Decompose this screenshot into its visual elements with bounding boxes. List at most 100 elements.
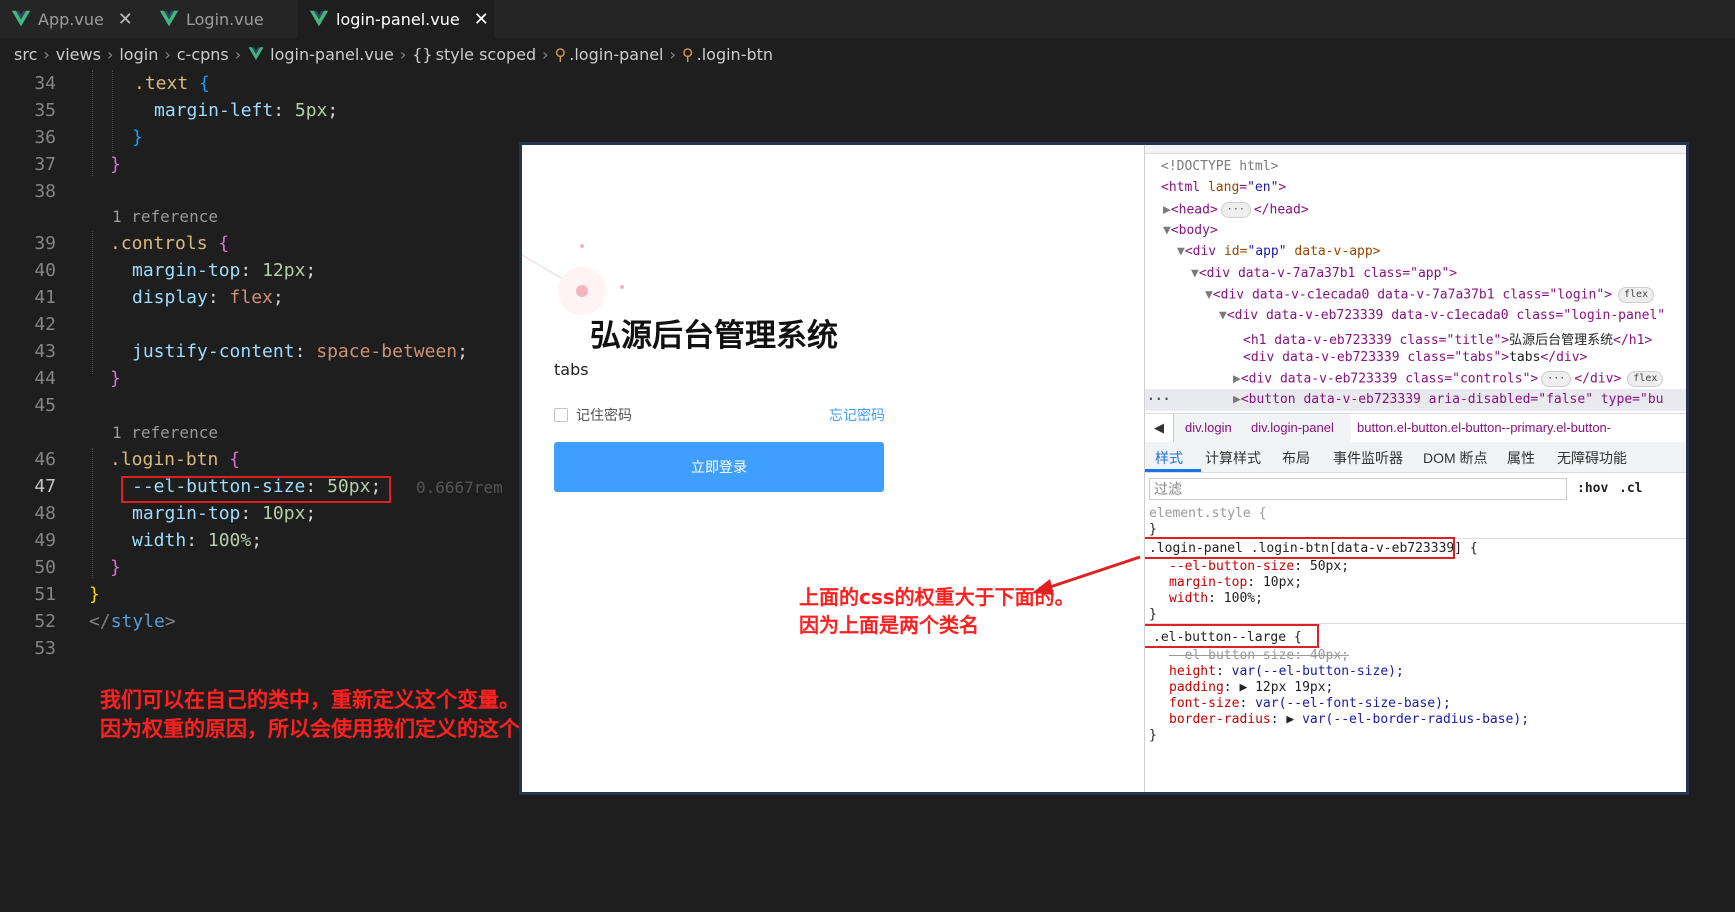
chevron-right-icon: › <box>669 44 676 64</box>
css-declaration[interactable]: padding: ▶ 12px 19px; <box>1169 680 1333 695</box>
css-declaration[interactable]: --el-button-size: 50px; <box>1169 559 1349 574</box>
tab-app-vue[interactable]: App.vue ✕ <box>0 0 158 38</box>
expand-triangle-icon[interactable]: ▶ <box>1239 680 1255 695</box>
css-declaration-overridden[interactable]: --el-button-size: 40px; <box>1169 648 1349 663</box>
css-declaration[interactable]: font-size: var(--el-font-size-base); <box>1169 696 1451 711</box>
tab-login-vue[interactable]: Login.vue <box>148 0 298 38</box>
cls-toggle[interactable]: .cl <box>1619 481 1642 496</box>
vue-file-icon <box>159 10 179 27</box>
close-icon[interactable]: ✕ <box>474 9 489 30</box>
css-declaration[interactable]: margin-top: 10px; <box>1169 575 1302 590</box>
breadcrumb-item[interactable]: src <box>14 45 37 64</box>
dom-attr: id= <box>1223 244 1248 259</box>
editor-tab-bar: App.vue ✕ Login.vue login-panel.vue ✕ <box>0 0 1735 38</box>
breadcrumb-item[interactable]: style scoped <box>436 45 537 64</box>
tab-accessibility[interactable]: 无障碍功能 <box>1557 448 1627 468</box>
dom-node[interactable]: ▼<div data-v-eb723339 data-v-c1ecada0 cl… <box>1219 308 1665 323</box>
css-value: space-between <box>316 341 458 362</box>
tab-layout[interactable]: 布局 <box>1282 448 1310 468</box>
line-number: 47 <box>34 476 56 497</box>
breadcrumb-item[interactable]: .login-panel <box>569 45 663 64</box>
collapse-triangle-icon[interactable]: ▼ <box>1163 223 1171 238</box>
caret-left-icon[interactable]: ◀ <box>1145 414 1174 442</box>
dom-node[interactable]: ▼<div data-v-7a7a37b1 class="app"> <box>1191 266 1457 281</box>
breadcrumb-node[interactable]: div.login-panel <box>1251 420 1334 435</box>
breadcrumb-node-selected[interactable]: button.el-button.el-button--primary.el-b… <box>1351 414 1686 442</box>
ellipsis-badge[interactable]: ··· <box>1541 371 1572 387</box>
remember-password-checkbox[interactable]: 记住密码 <box>554 405 632 425</box>
dom-attr: lang <box>1207 180 1240 195</box>
dom-tag: <body> <box>1170 223 1218 238</box>
page-title: 弘源后台管理系统 <box>590 318 838 354</box>
code-line: 49 width: 100%; <box>0 528 520 555</box>
breadcrumb-item[interactable]: .login-btn <box>697 45 773 64</box>
dom-text: 弘源后台管理系统 <box>1509 333 1614 348</box>
forgot-password-link[interactable]: 忘记密码 <box>829 405 885 425</box>
filter-input[interactable]: 过滤 <box>1149 478 1567 500</box>
code-line: 42 <box>0 312 520 339</box>
checkbox-icon[interactable] <box>554 408 568 422</box>
breadcrumb-node[interactable]: div.login <box>1185 420 1232 435</box>
dom-node[interactable]: ▼<div data-v-c1ecada0 data-v-7a7a37b1 cl… <box>1205 287 1655 303</box>
dom-node[interactable]: <html lang="en"> <box>1161 180 1286 195</box>
breadcrumb-item[interactable]: login <box>119 45 158 64</box>
login-button[interactable]: 立即登录 <box>554 442 884 492</box>
code-line: 48 margin-top: 10px; <box>0 501 520 528</box>
dom-tag: <div data-v-7a7a37b1 class="app"> <box>1198 266 1458 281</box>
code-line: 50 } <box>0 555 520 582</box>
flex-badge[interactable]: flex <box>1618 287 1655 303</box>
dom-tag: <h1 data-v-eb723339 class="title"> <box>1243 333 1510 348</box>
css-property: width <box>132 530 187 551</box>
chevron-right-icon: › <box>542 44 549 64</box>
css-selector-icon: ⚲ <box>554 44 567 64</box>
codelens-references[interactable]: 1 reference <box>112 207 218 226</box>
flex-badge[interactable]: flex <box>1627 371 1664 387</box>
expand-triangle-icon[interactable]: ▶ <box>1233 372 1241 387</box>
dom-node[interactable]: ▶<button data-v-eb723339 aria-disabled="… <box>1233 392 1663 407</box>
css-declaration[interactable]: border-radius: ▶ var(--el-border-radius-… <box>1169 712 1529 727</box>
css-val: 12px 19px; <box>1255 680 1334 695</box>
hov-toggle[interactable]: :hov <box>1577 481 1608 496</box>
code-line: 41 display: flex; <box>0 285 520 312</box>
tab-dom-breakpoints[interactable]: DOM 断点 <box>1423 448 1488 468</box>
collapse-triangle-icon[interactable]: ▼ <box>1205 288 1213 303</box>
tab-styles[interactable]: 样式 <box>1155 448 1183 468</box>
line-number: 38 <box>34 181 56 202</box>
css-declaration[interactable]: height: var(--el-button-size); <box>1169 664 1404 679</box>
more-dots-icon[interactable]: ... <box>1147 389 1170 404</box>
ellipsis-badge[interactable]: ··· <box>1220 202 1251 218</box>
expand-triangle-icon[interactable]: ▶ <box>1163 203 1171 218</box>
tab-computed[interactable]: 计算样式 <box>1205 448 1261 468</box>
tab-login-panel-vue[interactable]: login-panel.vue ✕ <box>298 0 494 38</box>
css-val: 100% <box>1223 591 1256 606</box>
breadcrumb-item[interactable]: login-panel.vue <box>270 45 394 64</box>
tab-properties[interactable]: 属性 <box>1507 448 1535 468</box>
dom-node[interactable]: <div data-v-eb723339 class="tabs">tabs</… <box>1243 350 1587 365</box>
tab-event-listeners[interactable]: 事件监听器 <box>1333 448 1403 468</box>
element-style-rule[interactable]: element.style { <box>1149 506 1266 521</box>
collapse-triangle-icon[interactable]: ▼ <box>1219 308 1227 323</box>
dom-node[interactable]: ▶<head> ··· </head> <box>1163 202 1309 218</box>
expand-triangle-icon[interactable]: ▶ <box>1233 392 1241 407</box>
collapse-triangle-icon[interactable]: ▼ <box>1191 266 1199 281</box>
css-value: 10px <box>262 503 306 524</box>
dom-node[interactable]: ▼<body> <box>1163 223 1218 238</box>
breadcrumb-item[interactable]: views <box>56 45 101 64</box>
css-property: margin-left <box>154 100 274 121</box>
active-tab-indicator <box>1145 469 1201 472</box>
codelens-references[interactable]: 1 reference <box>112 423 218 442</box>
expand-triangle-icon[interactable]: ▶ <box>1286 712 1302 727</box>
collapse-triangle-icon[interactable]: ▼ <box>1177 244 1185 259</box>
breadcrumb-item[interactable]: c-cpns <box>177 45 229 64</box>
css-declaration[interactable]: width: 100%; <box>1169 591 1263 606</box>
dom-node[interactable]: <!DOCTYPE html> <box>1161 159 1278 174</box>
dom-node[interactable]: ▼<div id="app" data-v-app> <box>1177 244 1381 259</box>
dom-node[interactable]: <h1 data-v-eb723339 class="title">弘源后台管理… <box>1243 329 1652 348</box>
code-line: 36 } <box>0 125 520 152</box>
line-number: 44 <box>34 368 56 389</box>
vue-file-icon <box>309 10 329 27</box>
close-icon[interactable]: ✕ <box>118 9 133 30</box>
code-line: 53 <box>0 636 520 663</box>
screenshot-overlay: 弘源后台管理系统 tabs 记住密码 忘记密码 立即登录 上面的css的权重大于… <box>519 142 1689 795</box>
dom-node[interactable]: ▶<div data-v-eb723339 class="controls"> ·… <box>1233 371 1664 387</box>
